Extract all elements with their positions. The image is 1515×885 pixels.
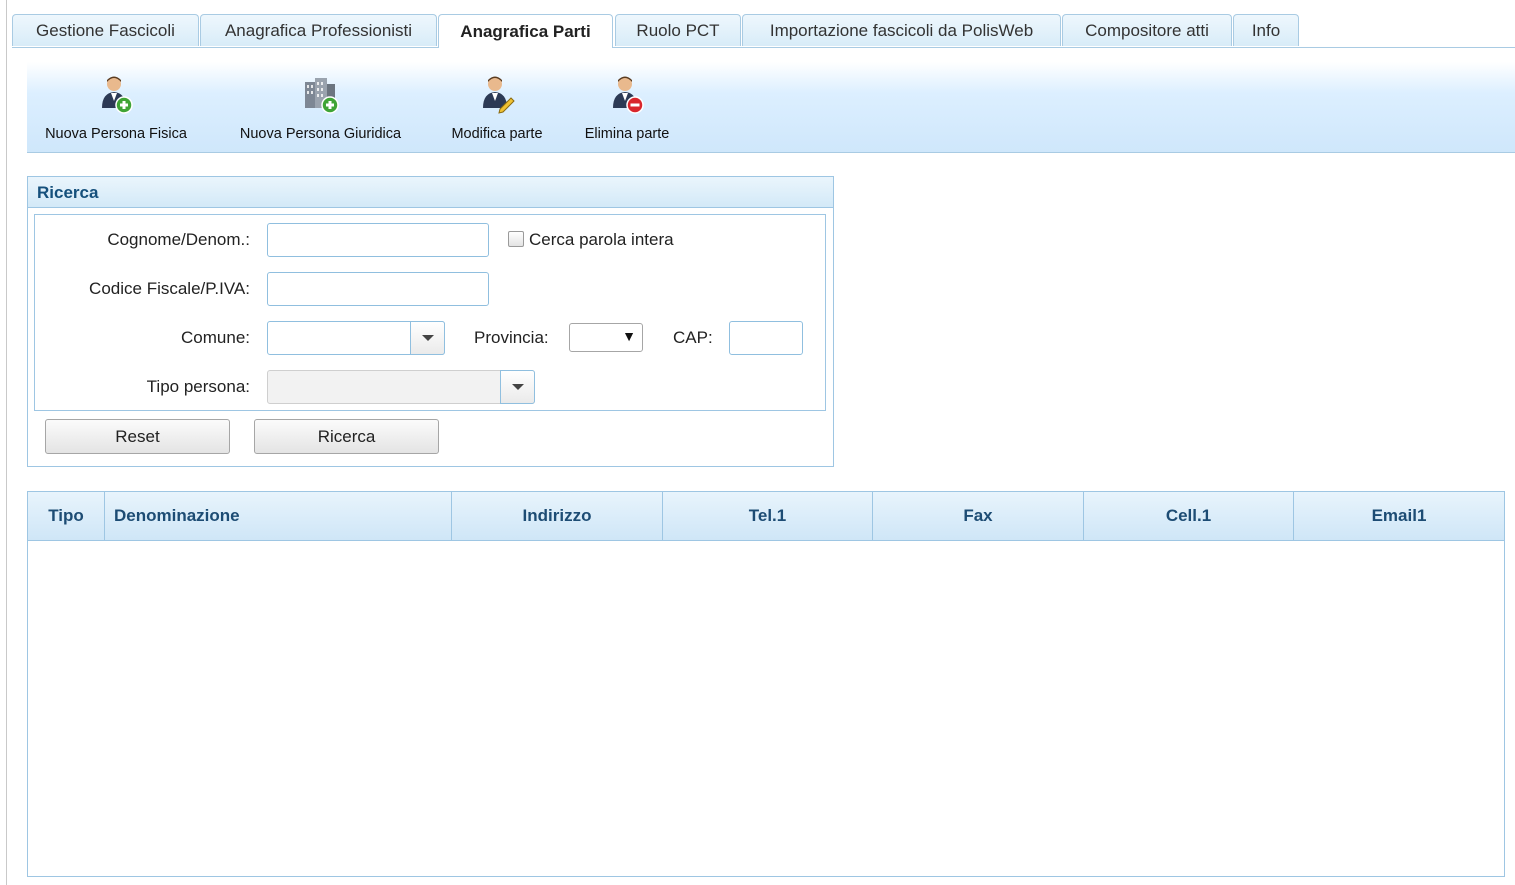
tab-importazione-polisweb[interactable]: Importazione fascicoli da PolisWeb	[742, 14, 1061, 46]
chevron-down-icon	[421, 335, 434, 341]
table-body	[28, 541, 1504, 876]
new-natural-person-button[interactable]: Nuova Persona Fisica	[36, 62, 196, 152]
toolbar: Nuova Persona Fisica Nuova Persona Giuri…	[27, 62, 1515, 153]
search-fieldset: Cognome/Denom.: Cerca parola intera Codi…	[34, 214, 826, 411]
column-header-indirizzo[interactable]: Indirizzo	[452, 492, 663, 540]
whole-word-checkbox[interactable]	[508, 231, 524, 247]
column-header-cell1[interactable]: Cell.1	[1084, 492, 1294, 540]
tab-ruolo-pct[interactable]: Ruolo PCT	[615, 14, 741, 46]
column-header-tipo[interactable]: Tipo	[28, 492, 105, 540]
column-header-email1[interactable]: Email1	[1294, 492, 1504, 540]
column-header-tel1[interactable]: Tel.1	[663, 492, 873, 540]
province-select[interactable]: ▼	[569, 323, 643, 352]
person-type-label: Tipo persona:	[146, 377, 250, 396]
tab-anagrafica-professionisti[interactable]: Anagrafica Professionisti	[200, 14, 437, 46]
tab-compositore-atti[interactable]: Compositore atti	[1062, 14, 1232, 46]
edit-party-label: Modifica parte	[451, 126, 543, 142]
person-type-combobox[interactable]	[267, 370, 535, 404]
tab-baseline	[12, 47, 1515, 48]
table-header: Tipo Denominazione Indirizzo Tel.1 Fax C…	[28, 492, 1504, 541]
zip-label: CAP:	[673, 328, 713, 347]
tax-code-label: Codice Fiscale/P.IVA:	[89, 279, 250, 298]
search-panel: Ricerca Cognome/Denom.: Cerca parola int…	[27, 176, 834, 467]
tab-gestione-fascicoli[interactable]: Gestione Fascicoli	[12, 14, 199, 46]
person-edit-icon	[483, 76, 515, 114]
building-add-icon	[304, 78, 339, 114]
zip-input[interactable]	[729, 321, 803, 355]
new-legal-person-button[interactable]: Nuova Persona Giuridica	[228, 62, 413, 152]
new-legal-person-label: Nuova Persona Giuridica	[239, 126, 402, 142]
delete-party-label: Elimina parte	[584, 126, 670, 142]
new-natural-person-label: Nuova Persona Fisica	[45, 126, 187, 142]
tax-code-input[interactable]	[267, 272, 489, 306]
person-remove-icon	[613, 76, 644, 114]
tab-info[interactable]: Info	[1233, 14, 1299, 46]
column-header-fax[interactable]: Fax	[873, 492, 1084, 540]
edit-party-button[interactable]: Modifica parte	[443, 62, 551, 152]
tab-anagrafica-parti[interactable]: Anagrafica Parti	[438, 14, 613, 48]
person-add-icon	[102, 76, 133, 114]
search-panel-title: Ricerca	[28, 177, 833, 208]
whole-word-label: Cerca parola intera	[529, 230, 674, 249]
tab-bar: Gestione Fascicoli Anagrafica Profession…	[12, 14, 1515, 48]
person-type-dropdown-button[interactable]	[500, 370, 535, 404]
column-header-denominazione[interactable]: Denominazione	[105, 492, 452, 540]
municipality-combobox[interactable]	[267, 321, 445, 355]
province-label: Provincia:	[474, 328, 549, 347]
reset-button[interactable]: Reset	[45, 419, 230, 454]
municipality-label: Comune:	[181, 328, 250, 347]
results-table: Tipo Denominazione Indirizzo Tel.1 Fax C…	[27, 491, 1505, 877]
search-button[interactable]: Ricerca	[254, 419, 439, 454]
municipality-dropdown-button[interactable]	[410, 321, 445, 355]
dropdown-arrow-icon: ▼	[622, 328, 636, 344]
left-border	[6, 0, 7, 885]
surname-input[interactable]	[267, 223, 489, 257]
delete-party-button[interactable]: Elimina parte	[577, 62, 677, 152]
surname-label: Cognome/Denom.:	[107, 230, 250, 249]
chevron-down-icon	[511, 384, 524, 390]
